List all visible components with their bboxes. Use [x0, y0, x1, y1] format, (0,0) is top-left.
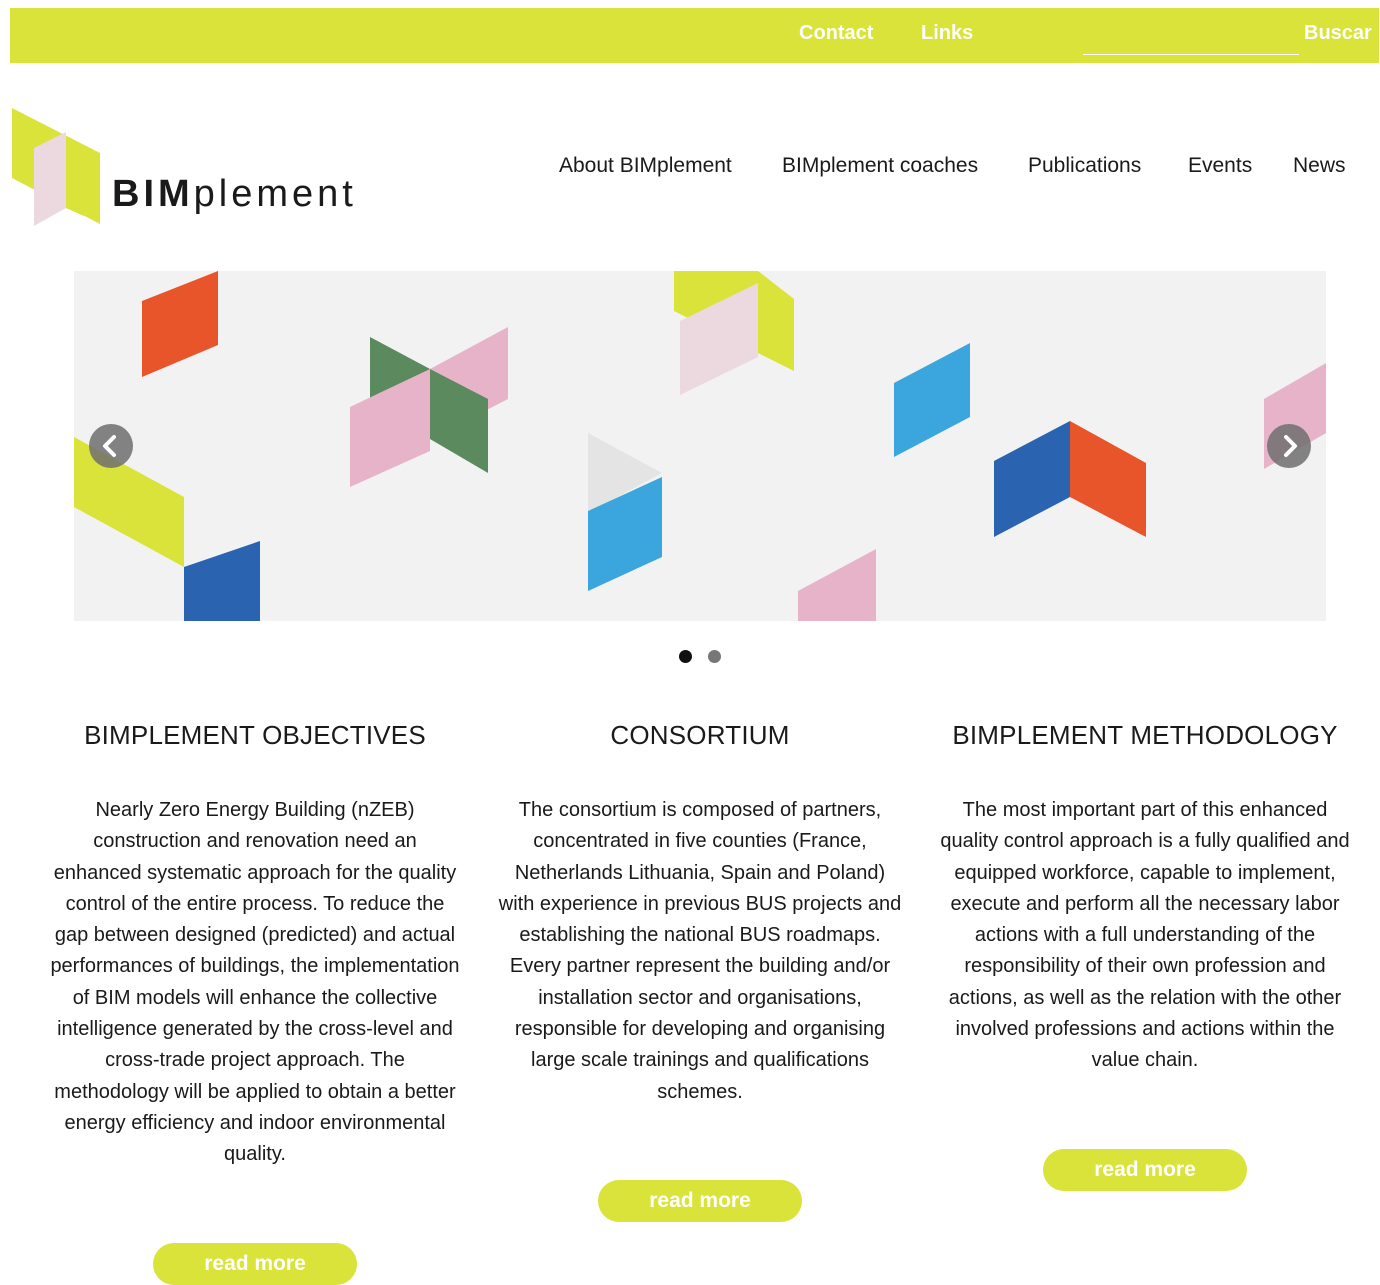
search-input[interactable]: [1083, 18, 1299, 55]
chevron-left-icon: [103, 435, 116, 457]
nav-item-publications[interactable]: Publications: [1028, 154, 1141, 178]
methodology-section: BIMPLEMENT METHODOLOGY The most importan…: [940, 720, 1350, 1077]
methodology-text: The most important part of this enhanced…: [940, 799, 1350, 1072]
slider-dot-1-active[interactable]: [679, 650, 692, 663]
hero-slider: [74, 271, 1326, 621]
slider-next-button[interactable]: [1267, 424, 1311, 468]
nav-item-about[interactable]: About BIMplement: [559, 154, 732, 178]
methodology-title: BIMPLEMENT METHODOLOGY: [952, 720, 1338, 750]
chevron-right-icon: [1284, 435, 1297, 457]
search-button[interactable]: Buscar: [1304, 22, 1372, 45]
slider-artwork: [74, 271, 1326, 621]
consortium-section: CONSORTIUM The consortium is composed of…: [495, 720, 905, 1108]
nav-item-coaches[interactable]: BIMplement coaches: [782, 154, 978, 178]
objectives-section: BIMPLEMENT OBJECTIVES Nearly Zero Energy…: [50, 720, 460, 1171]
contact-link[interactable]: Contact: [799, 22, 873, 45]
slider-prev-button[interactable]: [89, 424, 133, 468]
methodology-read-more-button[interactable]: read more: [1043, 1149, 1247, 1191]
nav-item-news[interactable]: News: [1293, 154, 1346, 178]
links-link[interactable]: Links: [921, 22, 973, 45]
objectives-text: Nearly Zero Energy Building (nZEB) const…: [50, 799, 460, 1166]
main-nav: About BIMplement BIMplement coaches Publ…: [0, 154, 1380, 184]
nav-item-events[interactable]: Events: [1188, 154, 1252, 178]
consortium-read-more-button[interactable]: read more: [598, 1180, 802, 1222]
consortium-title: CONSORTIUM: [610, 720, 790, 750]
top-bar: Contact Links Buscar: [10, 8, 1379, 63]
slider-pagination: [679, 650, 729, 664]
consortium-text: The consortium is composed of partners, …: [498, 799, 902, 1103]
slider-dot-2[interactable]: [708, 650, 721, 663]
objectives-title: BIMPLEMENT OBJECTIVES: [84, 720, 426, 750]
